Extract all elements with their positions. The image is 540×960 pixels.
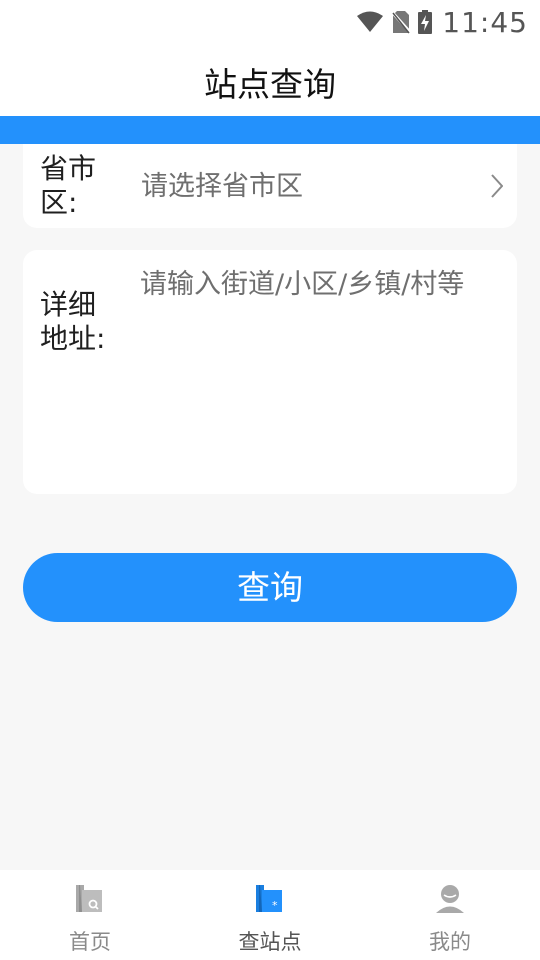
home-search-icon	[76, 885, 102, 912]
tab-home[interactable]: 首页	[0, 870, 180, 960]
region-selector[interactable]: 省市区: 请选择省市区	[23, 144, 517, 228]
wifi-icon	[357, 11, 384, 32]
status-bar: 11:45	[0, 0, 540, 44]
title-bar: 站点查询	[0, 44, 540, 116]
address-card: 详细地址: 请输入街道/小区/乡镇/村等	[23, 250, 517, 494]
tab-mine-label: 我的	[429, 930, 471, 954]
address-label: 详细地址:	[40, 288, 106, 355]
chevron-right-icon	[491, 174, 503, 198]
header-accent-strip	[0, 116, 540, 144]
page-title: 站点查询	[204, 65, 336, 104]
query-button[interactable]: 查询	[23, 553, 517, 622]
tab-station-label: 查站点	[238, 930, 302, 954]
address-input[interactable]: 请输入街道/小区/乡镇/村等	[140, 268, 510, 302]
region-label: 省市区:	[40, 152, 97, 219]
tab-home-label: 首页	[69, 930, 111, 954]
tab-station[interactable]: * 查站点	[180, 870, 360, 960]
status-icons: 11:45	[356, 4, 528, 40]
battery-charging-icon	[418, 10, 433, 34]
tab-mine[interactable]: 我的	[360, 870, 540, 960]
svg-text:*: *	[272, 899, 278, 912]
status-time: 11:45	[442, 5, 528, 39]
station-search-icon: *	[256, 885, 282, 912]
no-sim-icon	[392, 10, 411, 34]
tab-bar: 首页 * 查站点 我的	[0, 870, 540, 960]
region-placeholder: 请选择省市区	[141, 171, 303, 202]
user-icon	[436, 885, 464, 913]
